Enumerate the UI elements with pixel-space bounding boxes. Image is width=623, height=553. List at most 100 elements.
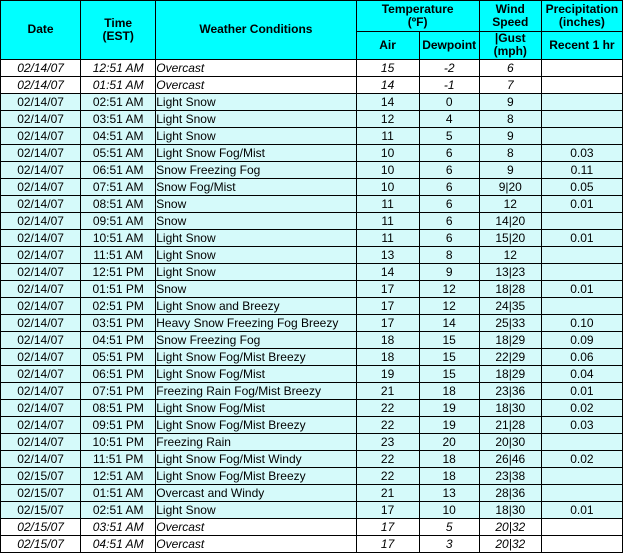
cell-date: 02/14/07	[0, 330, 82, 349]
cell-weather-conditions: Overcast	[155, 58, 357, 77]
cell-air-temperature: 11	[355, 126, 420, 145]
cell-weather-conditions: Light Snow Fog/Mist Breezy	[155, 415, 357, 434]
cell-weather-conditions: Freezing Rain	[155, 432, 357, 451]
cell-air-temperature: 22	[355, 449, 420, 468]
cell-date: 02/14/07	[0, 92, 82, 111]
table-row: 02/14/07 03:51 AM Light Snow 12 4 8	[0, 109, 623, 128]
column-header-time: Time (EST)	[80, 0, 157, 60]
cell-precipitation: 0.01	[540, 500, 623, 519]
cell-air-temperature: 13	[355, 245, 420, 264]
cell-time: 03:51 AM	[80, 109, 157, 128]
cell-date: 02/14/07	[0, 194, 82, 213]
cell-time: 08:51 AM	[80, 194, 157, 213]
table-row: 02/15/07 01:51 AM Overcast and Windy 21 13 28…	[0, 483, 623, 502]
cell-date: 02/15/07	[0, 483, 82, 502]
table-row: 02/14/07 07:51 PM Freezing Rain Fog/Mist B…	[0, 381, 623, 400]
table-row: 02/14/07 09:51 PM Light Snow Fog/Mist Bree…	[0, 415, 623, 434]
cell-dewpoint: 0	[418, 92, 480, 111]
cell-precipitation	[540, 58, 623, 77]
cell-air-temperature: 12	[355, 109, 420, 128]
table-row: 02/15/07 02:51 AM Light Snow 17 10 18|30 0.01	[0, 500, 623, 519]
cell-date: 02/14/07	[0, 381, 82, 400]
cell-weather-conditions: Overcast	[155, 517, 357, 536]
cell-dewpoint: 15	[418, 347, 480, 366]
cell-air-temperature: 15	[355, 58, 420, 77]
cell-wind-speed-gust: 9	[478, 92, 542, 111]
cell-air-temperature: 22	[355, 398, 420, 417]
cell-weather-conditions: Light Snow Fog/Mist Windy	[155, 449, 357, 468]
cell-weather-conditions: Light Snow Fog/Mist	[155, 398, 357, 417]
cell-air-temperature: 17	[355, 500, 420, 519]
table-body: 02/14/07 12:51 AM Overcast 15 -2 6 02/14/07 01:…	[0, 58, 623, 553]
cell-date: 02/14/07	[0, 432, 82, 451]
wind-sub-line2: (mph)	[493, 44, 527, 59]
cell-dewpoint: 18	[418, 449, 480, 468]
table-row: 02/14/07 04:51 PM Snow Freezing Fog 18 15 18|…	[0, 330, 623, 349]
cell-precipitation: 0.01	[540, 228, 623, 247]
precip-group-line2: (inches)	[558, 15, 605, 29]
cell-wind-speed-gust: 18|30	[478, 500, 542, 519]
cell-precipitation: 0.03	[540, 143, 623, 162]
cell-date: 02/14/07	[0, 126, 82, 145]
cell-air-temperature: 10	[355, 177, 420, 196]
cell-air-temperature: 14	[355, 92, 420, 111]
cell-time: 03:51 PM	[80, 313, 157, 332]
cell-time: 08:51 PM	[80, 398, 157, 417]
cell-time: 07:51 AM	[80, 177, 157, 196]
cell-time: 09:51 PM	[80, 415, 157, 434]
cell-air-temperature: 11	[355, 194, 420, 213]
cell-time: 07:51 PM	[80, 381, 157, 400]
cell-precipitation	[540, 75, 623, 94]
cell-weather-conditions: Light Snow Fog/Mist Breezy	[155, 466, 357, 485]
cell-wind-speed-gust: 12	[478, 194, 542, 213]
cell-air-temperature: 10	[355, 143, 420, 162]
cell-dewpoint: 19	[418, 415, 480, 434]
cell-weather-conditions: Overcast and Windy	[155, 483, 357, 502]
cell-wind-speed-gust: 18|29	[478, 330, 542, 349]
cell-wind-speed-gust: 26|46	[478, 449, 542, 468]
cell-precipitation	[540, 262, 623, 281]
column-header-time-line2: (EST)	[102, 28, 134, 43]
cell-time: 12:51 AM	[80, 466, 157, 485]
cell-time: 03:51 AM	[80, 517, 157, 536]
cell-dewpoint: 18	[418, 381, 480, 400]
cell-time: 11:51 PM	[80, 449, 157, 468]
cell-date: 02/14/07	[0, 296, 82, 315]
cell-weather-conditions: Snow Freezing Fog	[155, 330, 357, 349]
cell-time: 04:51 PM	[80, 330, 157, 349]
table-row: 02/14/07 11:51 AM Light Snow 13 8 12	[0, 245, 623, 264]
cell-air-temperature: 21	[355, 483, 420, 502]
header-row-top: Date Time (EST) Weather Conditions Tempe…	[0, 0, 623, 60]
cell-precipitation: 0.03	[540, 415, 623, 434]
table-row: 02/14/07 08:51 PM Light Snow Fog/Mist 22 19 1…	[0, 398, 623, 417]
cell-air-temperature: 19	[355, 364, 420, 383]
cell-date: 02/14/07	[0, 347, 82, 366]
cell-time: 06:51 PM	[80, 364, 157, 383]
cell-date: 02/15/07	[0, 500, 82, 519]
cell-time: 12:51 AM	[80, 58, 157, 77]
cell-date: 02/14/07	[0, 415, 82, 434]
cell-time: 12:51 PM	[80, 262, 157, 281]
cell-air-temperature: 18	[355, 347, 420, 366]
table-row: 02/14/07 06:51 PM Light Snow Fog/Mist 19 15 1…	[0, 364, 623, 383]
cell-time: 02:51 PM	[80, 296, 157, 315]
cell-wind-speed-gust: 9	[478, 160, 542, 179]
cell-date: 02/14/07	[0, 177, 82, 196]
cell-dewpoint: 4	[418, 109, 480, 128]
cell-date: 02/15/07	[0, 466, 82, 485]
cell-wind-speed-gust: 9	[478, 126, 542, 145]
cell-weather-conditions: Heavy Snow Freezing Fog Breezy	[155, 313, 357, 332]
cell-date: 02/14/07	[0, 143, 82, 162]
cell-precipitation: 0.01	[540, 279, 623, 298]
cell-date: 02/14/07	[0, 262, 82, 281]
cell-dewpoint: -1	[418, 75, 480, 94]
cell-weather-conditions: Snow	[155, 279, 357, 298]
cell-dewpoint: 14	[418, 313, 480, 332]
cell-dewpoint: 6	[418, 177, 480, 196]
table-row: 02/14/07 05:51 PM Light Snow Fog/Mist Bree…	[0, 347, 623, 366]
cell-weather-conditions: Light Snow	[155, 245, 357, 264]
cell-wind-speed-gust: 7	[478, 75, 542, 94]
column-header-precipitation-recent-1hr: Recent 1 hr	[540, 31, 623, 60]
cell-wind-speed-gust: 13|23	[478, 262, 542, 281]
cell-dewpoint: 6	[418, 143, 480, 162]
